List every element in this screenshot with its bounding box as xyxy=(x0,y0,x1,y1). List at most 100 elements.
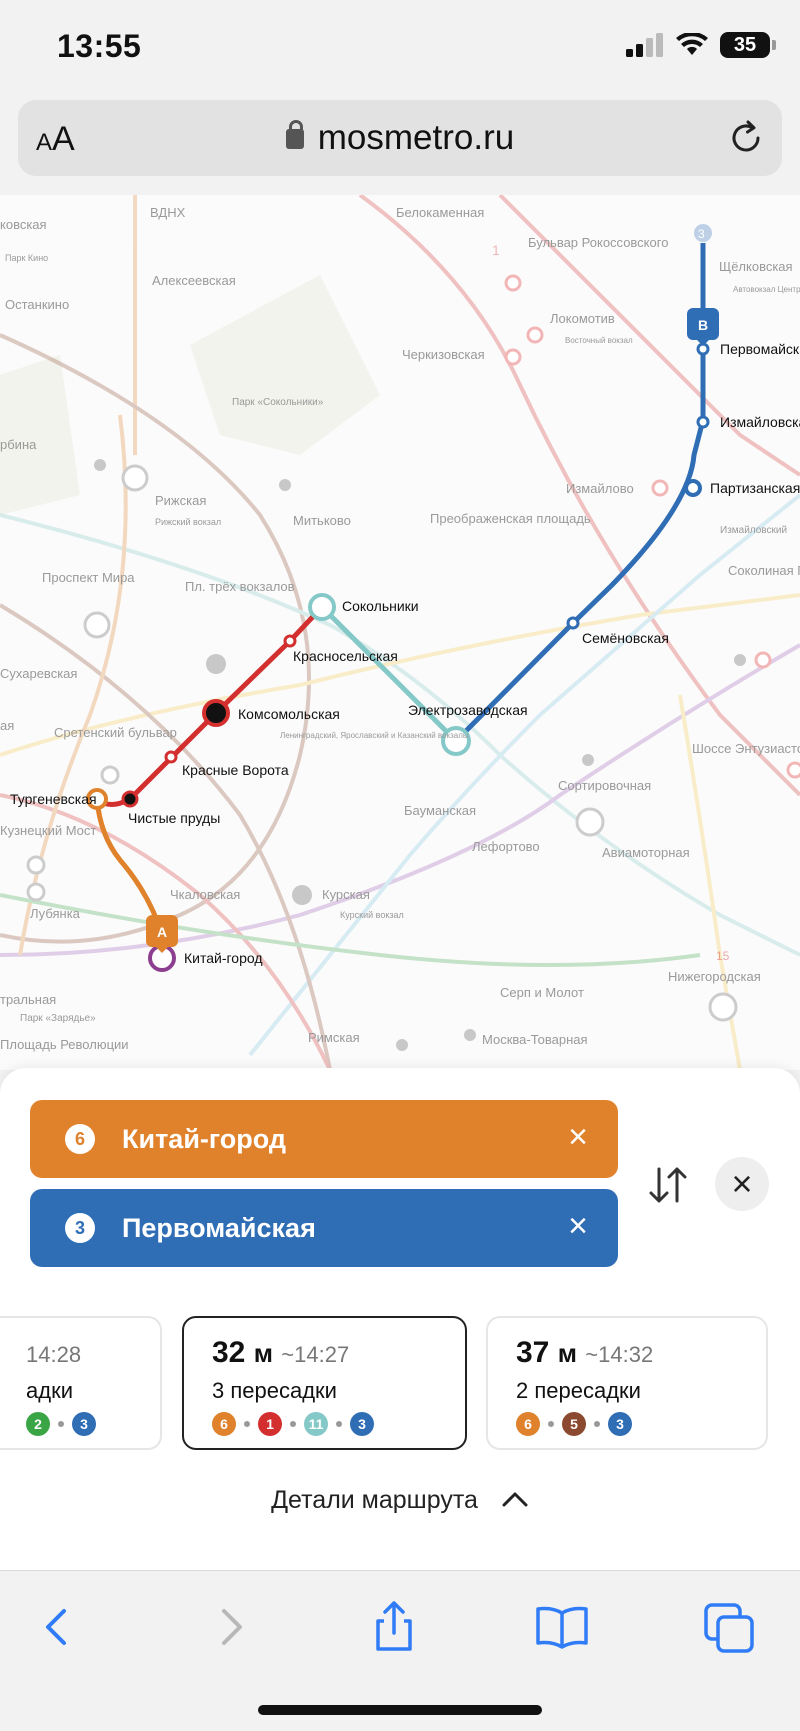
back-icon[interactable] xyxy=(28,1597,88,1657)
status-icons: 35 xyxy=(626,32,776,58)
route-option-1-lines: 2 3 xyxy=(26,1412,132,1436)
clear-to-button[interactable]: × xyxy=(568,1209,588,1243)
svg-text:B: B xyxy=(698,317,708,333)
svg-text:Бульвар Рокоссовского: Бульвар Рокоссовского xyxy=(528,235,668,250)
reload-icon[interactable] xyxy=(726,118,766,158)
route-option-2-unit: м xyxy=(253,1338,273,1368)
svg-text:Парк Кино: Парк Кино xyxy=(5,253,48,263)
svg-text:Лефортово: Лефортово xyxy=(472,839,540,854)
url-display[interactable]: mosmetro.ru xyxy=(18,118,782,158)
svg-text:ВДНХ: ВДНХ xyxy=(150,205,186,220)
line-badge-1: 1 xyxy=(492,242,500,258)
line-badge: 6 xyxy=(516,1412,540,1436)
svg-text:Останкино: Останкино xyxy=(5,297,69,312)
swap-stations-button[interactable] xyxy=(646,1163,690,1207)
svg-text:Лубянка: Лубянка xyxy=(30,906,81,921)
svg-text:Серп и Молот: Серп и Молот xyxy=(500,985,584,1000)
svg-text:Авиамоторная: Авиамоторная xyxy=(602,845,690,860)
route-details-toggle[interactable]: Детали маршрута xyxy=(0,1486,800,1515)
svg-text:Ленинградский, Ярославский и К: Ленинградский, Ярославский и Казанский в… xyxy=(280,731,469,740)
route-option-2-duration: 32 xyxy=(212,1336,246,1369)
svg-text:Курский вокзал: Курский вокзал xyxy=(340,910,404,920)
line-badge: 3 xyxy=(72,1412,96,1436)
route-option-1-eta: 14:28 xyxy=(26,1342,82,1367)
route-option-1[interactable]: 14:28 адки 2 3 xyxy=(0,1316,162,1450)
route-option-1-transfers: адки xyxy=(26,1378,73,1403)
line-badge-3: 3 xyxy=(698,227,705,241)
station-turgenevskaya: Тургеневская xyxy=(10,791,97,807)
station-izmaylovskaya: Измайловская xyxy=(720,414,800,430)
line-badge: 3 xyxy=(350,1412,374,1436)
to-station-field[interactable]: 3 Первомайская × xyxy=(30,1189,618,1267)
svg-text:Нижегородская: Нижегородская xyxy=(668,969,761,984)
svg-text:Измайловский: Измайловский xyxy=(720,525,787,536)
line-badge-15: 15 xyxy=(716,949,730,963)
home-indicator xyxy=(258,1705,542,1715)
from-station-field[interactable]: 6 Китай-город × xyxy=(30,1100,618,1178)
route-option-3-lines: 6 5 3 xyxy=(516,1412,738,1436)
svg-text:Пл. трёх вокзалов: Пл. трёх вокзалов xyxy=(185,579,295,594)
battery-icon: 35 xyxy=(720,32,776,58)
svg-text:Соколиная Гора: Соколиная Гора xyxy=(728,563,800,578)
svg-text:ковская: ковская xyxy=(0,217,47,232)
svg-text:Преображенская площадь: Преображенская площадь xyxy=(430,511,591,526)
station-komsomolskaya: Комсомольская xyxy=(238,706,340,722)
svg-text:Сортировочная: Сортировочная xyxy=(558,778,651,793)
forward-icon[interactable] xyxy=(200,1597,260,1657)
close-route-button[interactable]: × xyxy=(715,1157,769,1211)
svg-text:Щёлковская: Щёлковская xyxy=(719,259,793,274)
route-option-2[interactable]: 32 м ~14:27 3 пересадки 6 1 11 3 xyxy=(182,1316,467,1450)
svg-text:Локомотив: Локомотив xyxy=(550,311,615,326)
svg-text:Восточный вокзал: Восточный вокзал xyxy=(565,336,633,345)
clear-from-button[interactable]: × xyxy=(568,1120,588,1154)
station-pervomayskaya: Первомайская xyxy=(720,341,800,357)
from-station-name: Китай-город xyxy=(122,1123,287,1154)
wifi-icon xyxy=(676,33,708,55)
svg-text:Измайлово: Измайлово xyxy=(566,481,634,496)
route-details-label: Детали маршрута xyxy=(271,1486,478,1514)
line-badge: 2 xyxy=(26,1412,50,1436)
svg-text:тральная: тральная xyxy=(0,992,56,1007)
from-line-badge: 6 xyxy=(65,1124,95,1154)
svg-text:рбина: рбина xyxy=(0,437,37,452)
metro-map-svg[interactable]: 1 3 15 A B Китай-город Чистые пруды Крас… xyxy=(0,195,800,1070)
station-chistye-prudy: Чистые пруды xyxy=(128,810,220,826)
separator-dot xyxy=(58,1421,64,1427)
url-text: mosmetro.ru xyxy=(317,118,515,157)
metro-map[interactable]: 1 3 15 A B Китай-город Чистые пруды Крас… xyxy=(0,195,800,1070)
route-option-2-lines: 6 1 11 3 xyxy=(212,1412,437,1436)
marker-b: B xyxy=(687,308,719,346)
station-sokolniki: Сокольники xyxy=(342,598,419,614)
svg-text:Рижский вокзал: Рижский вокзал xyxy=(155,517,221,527)
svg-text:Черкизовская: Черкизовская xyxy=(402,347,485,362)
chevron-up-icon xyxy=(502,1492,528,1507)
line-badge: 5 xyxy=(562,1412,586,1436)
svg-text:ая: ая xyxy=(0,718,14,733)
route-option-3[interactable]: 37 м ~14:32 2 пересадки 6 5 3 xyxy=(486,1316,768,1450)
svg-text:Сретенский бульвар: Сретенский бульвар xyxy=(54,725,177,740)
svg-text:A: A xyxy=(157,924,167,940)
svg-text:Белокаменная: Белокаменная xyxy=(396,205,484,220)
station-krasnoselskaya: Красносельская xyxy=(293,648,398,664)
station-semyonovskaya: Семёновская xyxy=(582,630,669,646)
svg-text:Площадь Революции: Площадь Революции xyxy=(0,1037,129,1052)
separator-dot xyxy=(548,1421,554,1427)
tabs-icon[interactable] xyxy=(700,1597,760,1657)
route-option-3-eta: ~14:32 xyxy=(585,1342,654,1367)
svg-text:Кузнецкий Мост: Кузнецкий Мост xyxy=(0,823,96,838)
route-option-3-duration: 37 xyxy=(516,1336,550,1369)
lock-icon xyxy=(285,120,304,149)
station-elektrozavodskaya: Электрозаводская xyxy=(408,702,528,718)
svg-text:Чкаловская: Чкаловская xyxy=(170,887,240,902)
svg-text:Митьково: Митьково xyxy=(293,513,351,528)
line-badge: 3 xyxy=(608,1412,632,1436)
station-kitay-gorod: Китай-город xyxy=(184,950,263,966)
share-icon[interactable] xyxy=(364,1597,424,1657)
bookmarks-icon[interactable] xyxy=(532,1597,592,1657)
svg-text:Курская: Курская xyxy=(322,887,370,902)
separator-dot xyxy=(244,1421,250,1427)
to-line-badge: 3 xyxy=(65,1213,95,1243)
svg-text:Рижская: Рижская xyxy=(155,493,206,508)
address-bar[interactable]: AA mosmetro.ru xyxy=(18,100,782,176)
route-option-2-eta: ~14:27 xyxy=(281,1342,350,1367)
